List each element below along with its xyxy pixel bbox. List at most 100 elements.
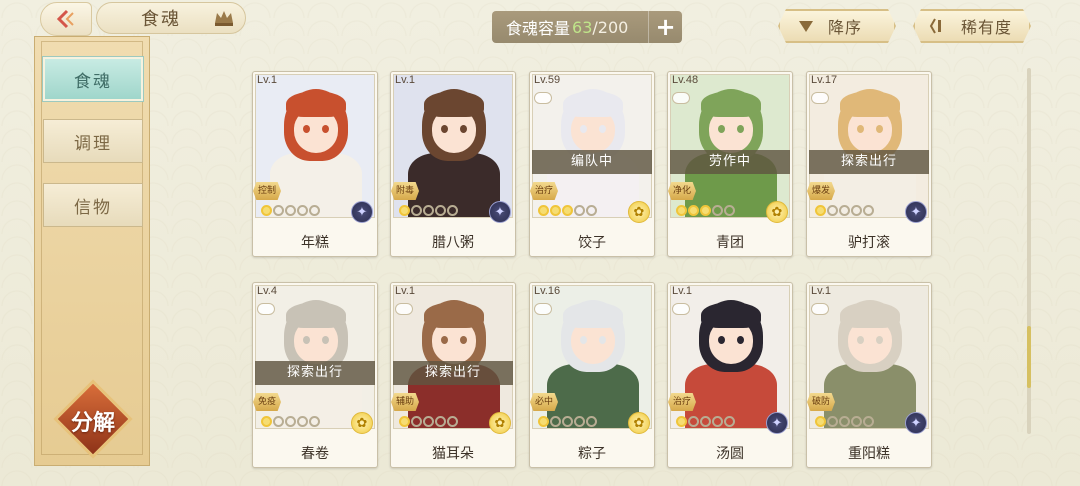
- food-soul-card[interactable]: Lv.1 探索出行 辅助 ✿ 猫耳朵: [390, 282, 516, 468]
- star-empty-icon: [712, 416, 723, 427]
- dark-element-icon: ✦: [489, 201, 511, 223]
- food-soul-card[interactable]: Lv.48 劳作中 净化 ✿ 青团: [667, 71, 793, 257]
- star-rating: [538, 205, 597, 216]
- crown-icon: [215, 11, 233, 26]
- card-name: 年糕: [301, 235, 329, 251]
- card-name: 春卷: [301, 446, 329, 462]
- star-rating: [399, 416, 458, 427]
- light-element-icon: ✿: [489, 412, 511, 434]
- light-element-icon: ✿: [766, 201, 788, 223]
- scrollbar-thumb[interactable]: [1027, 326, 1031, 388]
- star-empty-icon: [839, 416, 850, 427]
- light-element-icon: ✿: [351, 412, 373, 434]
- food-soul-card[interactable]: Lv.1 附毒 ✦ 腊八粥: [390, 71, 516, 257]
- star-empty-icon: [863, 205, 874, 216]
- star-filled-icon: [261, 416, 272, 427]
- star-empty-icon: [273, 416, 284, 427]
- lock-toggle-icon[interactable]: [811, 303, 829, 315]
- star-filled-icon: [538, 205, 549, 216]
- triangle-down-icon: [798, 19, 814, 33]
- star-empty-icon: [827, 205, 838, 216]
- star-empty-icon: [435, 205, 446, 216]
- card-level: Lv.59: [534, 74, 561, 86]
- star-empty-icon: [827, 416, 838, 427]
- card-name: 汤圆: [716, 446, 744, 462]
- star-rating: [399, 205, 458, 216]
- star-filled-icon: [688, 205, 699, 216]
- tab-food-souls[interactable]: 食魂: [43, 57, 143, 101]
- food-soul-card[interactable]: Lv.1 破防 ✦ 重阳糕: [806, 282, 932, 468]
- card-status-banner: 劳作中: [670, 150, 790, 174]
- star-empty-icon: [297, 416, 308, 427]
- filter-icon: [929, 17, 947, 35]
- add-capacity-button[interactable]: +: [648, 11, 682, 43]
- sort-by-button[interactable]: 稀有度: [913, 9, 1031, 43]
- lock-toggle-icon[interactable]: [534, 92, 552, 104]
- back-button[interactable]: [40, 2, 92, 36]
- capacity-label: 食魂容量: [506, 19, 571, 38]
- card-level: Lv.16: [534, 285, 561, 297]
- food-soul-card[interactable]: Lv.17 探索出行 爆发 ✦ 驴打滚: [806, 71, 932, 257]
- food-soul-card[interactable]: Lv.1 控制 ✦ 年糕: [252, 71, 378, 257]
- star-filled-icon: [676, 205, 687, 216]
- card-name: 粽子: [578, 446, 606, 462]
- star-rating: [676, 205, 735, 216]
- food-soul-card[interactable]: Lv.59 编队中 治疗 ✿ 饺子: [529, 71, 655, 257]
- star-filled-icon: [562, 205, 573, 216]
- lock-toggle-icon[interactable]: [257, 303, 275, 315]
- food-soul-card[interactable]: Lv.16 必中 ✿ 粽子: [529, 282, 655, 468]
- card-name: 青团: [716, 235, 744, 251]
- star-filled-icon: [815, 416, 826, 427]
- role-badge: 爆发: [807, 182, 835, 200]
- food-soul-card[interactable]: Lv.4 探索出行 免疫 ✿ 春卷: [252, 282, 378, 468]
- tab-cooking[interactable]: 调理: [43, 119, 143, 163]
- dark-element-icon: ✦: [905, 412, 927, 434]
- card-status-banner: 探索出行: [255, 361, 375, 385]
- star-filled-icon: [261, 205, 272, 216]
- sort-by-label: 稀有度: [961, 18, 1013, 37]
- decompose-label: 分解: [70, 410, 115, 436]
- star-empty-icon: [586, 205, 597, 216]
- lock-toggle-icon[interactable]: [534, 303, 552, 315]
- role-badge: 辅助: [391, 393, 419, 411]
- light-element-icon: ✿: [628, 412, 650, 434]
- card-level: Lv.48: [672, 74, 699, 86]
- lock-toggle-icon[interactable]: [672, 303, 690, 315]
- card-status-banner: 探索出行: [393, 361, 513, 385]
- scrollbar-track[interactable]: [1027, 68, 1031, 434]
- star-rating: [538, 416, 597, 427]
- capacity-display: 食魂容量 63 /200 +: [492, 11, 682, 43]
- back-arrow-icon: [56, 9, 74, 29]
- star-empty-icon: [423, 205, 434, 216]
- star-filled-icon: [700, 205, 711, 216]
- star-filled-icon: [550, 205, 561, 216]
- star-empty-icon: [273, 205, 284, 216]
- star-empty-icon: [447, 205, 458, 216]
- lock-toggle-icon[interactable]: [672, 92, 690, 104]
- card-level: Lv.1: [257, 74, 277, 86]
- star-empty-icon: [285, 205, 296, 216]
- capacity-max: /200: [592, 17, 629, 37]
- dark-element-icon: ✦: [351, 201, 373, 223]
- star-empty-icon: [309, 416, 320, 427]
- star-filled-icon: [676, 416, 687, 427]
- decompose-button[interactable]: 分解: [53, 379, 133, 459]
- star-empty-icon: [863, 416, 874, 427]
- star-empty-icon: [435, 416, 446, 427]
- star-empty-icon: [574, 205, 585, 216]
- role-badge: 控制: [253, 182, 281, 200]
- tab-tokens[interactable]: 信物: [43, 183, 143, 227]
- top-bar: 食魂 食魂容量 63 /200 + 降序 稀有度: [0, 0, 1080, 54]
- sort-order-button[interactable]: 降序: [778, 9, 896, 43]
- role-badge: 附毒: [391, 182, 419, 200]
- lock-toggle-icon[interactable]: [811, 92, 829, 104]
- food-soul-card[interactable]: Lv.1 治疗 ✦ 汤圆: [667, 282, 793, 468]
- star-empty-icon: [309, 205, 320, 216]
- star-empty-icon: [574, 416, 585, 427]
- card-level: Lv.1: [811, 285, 831, 297]
- lock-toggle-icon[interactable]: [395, 303, 413, 315]
- card-name: 饺子: [578, 235, 606, 251]
- star-rating: [261, 205, 320, 216]
- star-empty-icon: [411, 416, 422, 427]
- star-filled-icon: [538, 416, 549, 427]
